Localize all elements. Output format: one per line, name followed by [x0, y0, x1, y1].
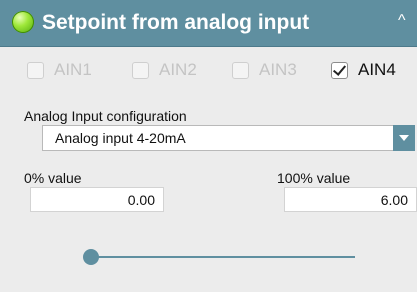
ain3-checkbox[interactable]: AIN3	[232, 57, 297, 83]
hundred-percent-input[interactable]: 6.00	[284, 187, 417, 212]
ain3-label: AIN3	[259, 60, 297, 79]
ain4-label: AIN4	[358, 60, 396, 79]
analog-config-select[interactable]: Analog input 4-20mA	[42, 125, 415, 151]
analog-config-label: Analog Input configuration	[24, 108, 187, 124]
slider-track[interactable]	[92, 256, 355, 258]
hundred-percent-label: 100% value	[277, 170, 351, 186]
zero-percent-label: 0% value	[24, 170, 82, 186]
zero-percent-input[interactable]: 0.00	[30, 187, 164, 212]
checkbox-icon	[132, 61, 149, 79]
ain1-label: AIN1	[54, 60, 92, 79]
analog-input-selector: AIN1 AIN2 AIN3 AIN4	[0, 57, 417, 83]
analog-config-value: Analog input 4-20mA	[55, 130, 186, 146]
checkmark-icon	[331, 61, 348, 79]
status-indicator-icon	[12, 11, 34, 33]
chevron-down-icon[interactable]	[393, 125, 415, 151]
panel-title: Setpoint from analog input	[42, 11, 310, 34]
ain2-checkbox[interactable]: AIN2	[132, 57, 197, 83]
slider-thumb[interactable]	[83, 249, 99, 265]
ain1-checkbox[interactable]: AIN1	[27, 57, 92, 83]
checkbox-icon	[232, 61, 249, 79]
chevron-up-icon[interactable]: ^	[398, 13, 414, 29]
checkbox-icon	[27, 61, 44, 79]
ain2-label: AIN2	[159, 60, 197, 79]
panel-header: Setpoint from analog input ^	[0, 0, 417, 47]
ain4-checkbox[interactable]: AIN4	[331, 57, 396, 83]
